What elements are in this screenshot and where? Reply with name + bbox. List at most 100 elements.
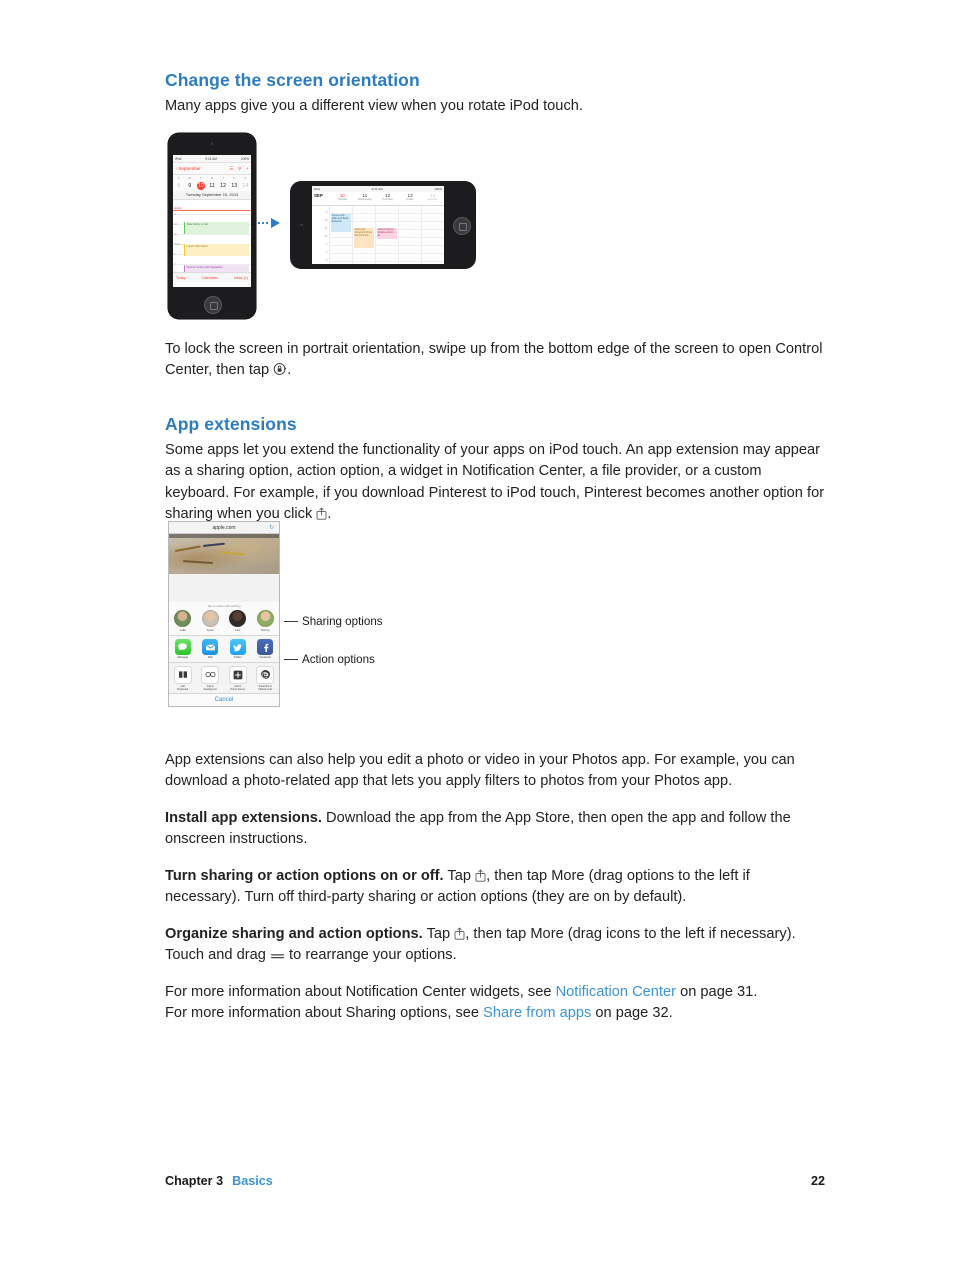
week-column-header[interactable]: 13 Friday bbox=[399, 192, 422, 205]
arrow-dot bbox=[265, 221, 269, 225]
figure-share-sheet: apple.com ↻ Tap to share with AirDrop Lu… bbox=[168, 521, 280, 707]
at-icon bbox=[256, 665, 275, 684]
add-event-icon[interactable]: + bbox=[246, 166, 249, 171]
airdrop-person[interactable]: Lexi bbox=[227, 610, 249, 632]
pencil-shape bbox=[174, 545, 201, 553]
calendar-date-cell[interactable]: 12 bbox=[218, 183, 229, 189]
week-column-header[interactable]: 11 Wednesday bbox=[354, 192, 377, 205]
week-column-header[interactable]: 14 Saturday bbox=[421, 192, 444, 205]
organize-options-paragraph: Organize sharing and action options. Tap… bbox=[165, 924, 825, 967]
calendar-date-cell[interactable]: 9 bbox=[184, 183, 195, 189]
share-option-message[interactable]: Message bbox=[171, 639, 195, 659]
status-carrier: iPod bbox=[314, 187, 321, 191]
calendar-event[interactable]: Take Marty to Vet bbox=[184, 222, 249, 234]
toolbar-today-button[interactable]: Today bbox=[176, 276, 186, 280]
calendar-event[interactable]: Infant edit Rosewind Drone and Cinemas bbox=[353, 228, 375, 248]
refresh-icon[interactable]: ↻ bbox=[269, 525, 275, 531]
message-icon bbox=[174, 639, 191, 655]
week-column: Infant edit Rosewind Drone and Cinemas bbox=[352, 206, 375, 264]
calendar-nav-icons: ☰ ⚲ + bbox=[229, 166, 248, 172]
hour-label: 2 bbox=[174, 262, 176, 266]
month-label: SEP bbox=[314, 193, 323, 198]
front-camera-icon bbox=[210, 142, 214, 145]
toolbar-calendars-button[interactable]: Calendars bbox=[202, 276, 218, 280]
footer-chapter-link[interactable]: Basics bbox=[232, 1174, 273, 1188]
home-button[interactable] bbox=[453, 217, 471, 235]
calendar-back-button[interactable]: ‹ September bbox=[176, 166, 201, 171]
action-label-line2: Shared Links bbox=[258, 687, 273, 691]
calendar-event[interactable]: Cheese with Jillian Left Bank Brasserie bbox=[330, 214, 352, 232]
action-add-home-screen[interactable]: Add to Home Screen bbox=[226, 665, 250, 691]
arrow-dot bbox=[258, 221, 261, 225]
rotation-lock-icon bbox=[273, 362, 287, 376]
share-sheet-panel: Tap to share with AirDrop Luke Tyson Lex… bbox=[169, 602, 279, 706]
calendar-event[interactable]: Lunch with Dawn bbox=[184, 244, 249, 256]
week-column-header[interactable]: 10 Tuesday bbox=[331, 192, 354, 205]
airdrop-person[interactable]: Luke bbox=[172, 610, 194, 632]
action-add-bookmark[interactable]: Add Bookmark bbox=[171, 665, 195, 691]
twitter-icon bbox=[229, 639, 246, 655]
week-date: 12 bbox=[384, 192, 391, 198]
hour-line: 11 bbox=[173, 232, 251, 236]
safari-address-bar[interactable]: apple.com ↻ bbox=[169, 522, 279, 534]
week-column-header[interactable]: 12 Thursday bbox=[376, 192, 399, 205]
week-column: Closed Canyon Melissa arrives at... bbox=[375, 206, 398, 264]
footer-page-number: 22 bbox=[810, 1174, 825, 1188]
hour-label: 3 bbox=[326, 258, 328, 262]
action-subscribe-shared-links[interactable]: Subscribe in Shared Links bbox=[253, 665, 277, 691]
hour-label: 11 bbox=[174, 232, 177, 236]
status-battery: 100% bbox=[434, 187, 442, 191]
week-view-header: SEP 10 Tuesday 11 Wednesday 12 Thursday bbox=[312, 192, 444, 206]
action-label-line2: Reading List bbox=[203, 687, 217, 691]
airdrop-person[interactable]: Tammy bbox=[254, 610, 276, 632]
footer-chapter-label: Chapter 3 bbox=[165, 1174, 224, 1188]
week-dayname: Friday bbox=[406, 198, 414, 202]
airdrop-section: Tap to share with AirDrop Luke Tyson Lex… bbox=[169, 602, 279, 636]
portrait-screen: iPod 9:41 AM 100% ‹ September ☰ ⚲ + S M … bbox=[173, 155, 251, 287]
airdrop-person-name: Luke bbox=[179, 628, 186, 632]
orientation-lock-paragraph: To lock the screen in portrait orientati… bbox=[165, 339, 825, 382]
calendar-date-cell[interactable]: 11 bbox=[206, 183, 217, 189]
list-view-icon[interactable]: ☰ bbox=[229, 166, 233, 172]
organize-options-body-a: Tap bbox=[422, 925, 455, 942]
share-option-facebook[interactable]: Facebook bbox=[253, 639, 277, 659]
link-notification-center[interactable]: Notification Center bbox=[556, 984, 676, 1000]
pencil-shape bbox=[182, 560, 214, 565]
airdrop-person[interactable]: Tyson bbox=[199, 610, 221, 632]
day-initial: T bbox=[199, 176, 202, 180]
share-option-label: Facebook bbox=[259, 656, 271, 659]
week-dayname: Thursday bbox=[382, 198, 393, 202]
week-column: Cheese with Jillian Left Bank Brasserie bbox=[329, 206, 352, 264]
address-bar-url: apple.com bbox=[212, 524, 236, 531]
arrow-head bbox=[270, 218, 280, 228]
share-option-twitter[interactable]: Twitter bbox=[226, 639, 250, 659]
calendar-date-cell-today[interactable]: 10 bbox=[195, 181, 206, 191]
share-option-mail[interactable]: Mail bbox=[198, 639, 222, 659]
reorder-handle-icon bbox=[270, 951, 285, 961]
week-view-grid: 9 10 11 12 1 2 3 Cheese with Jillian Lef… bbox=[312, 206, 444, 264]
link-share-from-apps[interactable]: Share from apps bbox=[483, 1005, 591, 1021]
calendar-week-dates: 8 9 10 11 12 13 14 bbox=[173, 181, 251, 191]
search-icon[interactable]: ⚲ bbox=[238, 166, 241, 172]
airdrop-person-name: Tyson bbox=[206, 628, 214, 632]
week-dayname: Wednesday bbox=[358, 198, 372, 202]
crossref-1-pre: For more information about Notification … bbox=[165, 983, 556, 1000]
all-day-divider bbox=[173, 210, 251, 211]
calendar-event[interactable]: Closed Canyon Melissa arrives at... bbox=[376, 228, 398, 239]
callout-label: Action options bbox=[302, 653, 375, 666]
day-initial: S bbox=[244, 176, 247, 180]
app-extensions-paragraph-1: Some apps let you extend the functionali… bbox=[165, 440, 825, 526]
avatar bbox=[201, 610, 219, 627]
crossref-line-2: For more information about Sharing optio… bbox=[165, 1003, 825, 1025]
calendar-date-cell[interactable]: 14 bbox=[240, 183, 251, 189]
calendar-date-cell[interactable]: 8 bbox=[173, 183, 184, 189]
day-initial: S bbox=[177, 176, 180, 180]
toolbar-inbox-button[interactable]: Inbox (1) bbox=[234, 276, 248, 280]
action-add-reading-list[interactable]: Add to Reading List bbox=[198, 665, 222, 691]
cancel-button[interactable]: Cancel bbox=[169, 694, 279, 706]
share-option-label: Message bbox=[177, 656, 189, 659]
calendar-date-cell[interactable]: 13 bbox=[229, 183, 240, 189]
home-button[interactable] bbox=[204, 296, 222, 314]
action-label-line2: Bookmark bbox=[177, 687, 189, 691]
ipod-touch-landscape: iPod 9:41 AM 100% SEP 10 Tuesday 11 Wedn… bbox=[290, 181, 476, 269]
